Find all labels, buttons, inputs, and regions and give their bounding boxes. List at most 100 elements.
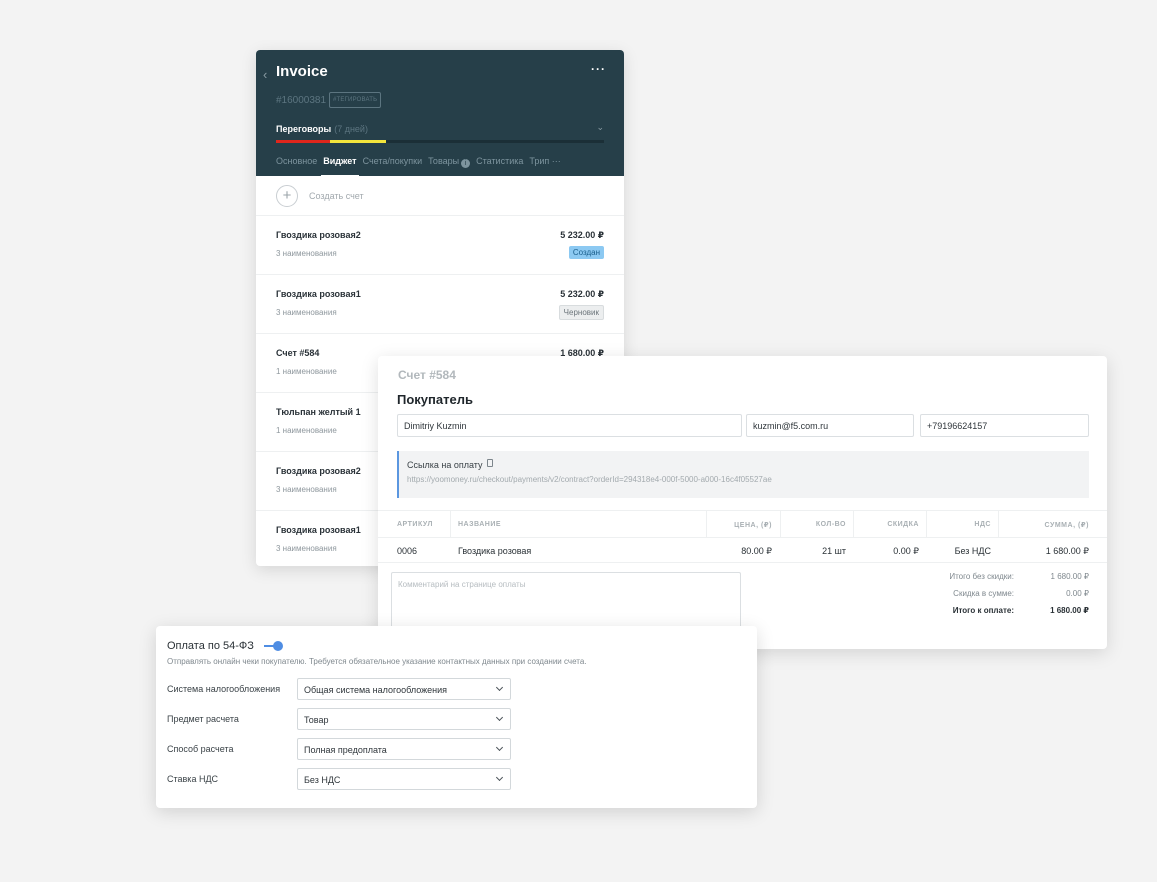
column-discount: СКИДКА [887,521,919,528]
stage-days: (7 дней) [334,124,368,134]
cell-name: Гвоздика розовая [458,546,532,556]
total-value: 1 680.00 ₽ [1050,572,1089,581]
item-count: 3 наименования [276,485,337,494]
tab-trip[interactable]: Трип ··· [529,156,560,177]
tax-system-row: Система налогообложения Общая система на… [167,678,512,700]
status-badge: Черновик [558,305,604,320]
page-title: Invoice [276,63,328,80]
payment-link-label: Ссылка на оплату [407,460,483,470]
buyer-phone-field[interactable]: +79196624157 [920,414,1089,437]
progress-yellow [330,140,386,143]
chevron-down-icon [495,773,504,782]
back-chevron-icon[interactable]: ‹ [263,67,267,82]
tab-products-label: Товары [428,156,460,166]
total-no-discount: Итого без скидки: 1 680.00 ₽ [919,572,1089,589]
tax-system-select[interactable]: Общая система налогообложения [297,678,511,700]
vat-rate-row: Ставка НДС Без НДС [167,768,512,790]
stage-name: Переговоры [276,124,332,134]
total-value: 1 680.00 ₽ [1050,606,1089,615]
create-invoice-label: Создать счет [309,191,364,201]
list-item[interactable]: Гвоздика розовая1 3 наименования 5 232.0… [256,275,624,334]
chevron-down-icon [495,713,504,722]
status-badge: Создан [568,246,604,259]
vat-rate-select[interactable]: Без НДС [297,768,511,790]
total-to-pay: Итого к оплате: 1 680.00 ₽ [919,606,1089,623]
chevron-down-icon[interactable]: ⌄ [596,122,604,133]
tab-products[interactable]: Товары i [428,156,471,177]
progress-red [276,140,330,143]
field-label: Предмет расчета [167,714,239,724]
buyer-name-field[interactable]: Dimitriy Kuzmin [397,414,742,437]
column-divider [926,511,927,538]
total-label: Скидка в сумме: [953,589,1014,598]
chevron-down-icon [495,683,504,692]
tab-widget[interactable]: Виджет [321,156,359,177]
table-row[interactable]: 0006 Гвоздика розовая 80.00 ₽ 21 шт 0.00… [378,538,1107,563]
totals-block: Итого без скидки: 1 680.00 ₽ Скидка в су… [919,572,1089,623]
item-price: 5 232.00 ₽ [560,230,604,240]
cell-sku: 0006 [397,546,418,556]
tab-statistics[interactable]: Статистика [476,156,523,177]
tab-main[interactable]: Основное [276,156,317,177]
invoice-number: Счет #584 [398,368,456,382]
fiscal-settings-card: Оплата по 54-ФЗ Отправлять онлайн чеки п… [156,626,757,808]
buyer-email-field[interactable]: kuzmin@f5.com.ru [746,414,914,437]
invoice-detail-card: Счет #584 Покупатель Dimitriy Kuzmin kuz… [378,356,1107,649]
column-price: ЦЕНА, (₽) [734,522,772,529]
copy-icon[interactable] [487,459,493,467]
select-value: Без НДС [304,775,341,785]
select-value: Товар [304,715,329,725]
item-count: 3 наименования [276,308,337,317]
plus-icon: + [276,185,298,207]
create-invoice-button[interactable]: + Создать счет [256,176,624,216]
payment-subject-select[interactable]: Товар [297,708,511,730]
item-price: 5 232.00 ₽ [560,289,604,299]
info-icon: i [461,159,471,168]
more-menu-icon[interactable]: ··· [591,62,606,76]
list-item[interactable]: Гвоздика розовая2 3 наименования 5 232.0… [256,216,624,275]
cell-vat: Без НДС [954,546,991,556]
fiscal-title: Оплата по 54-ФЗ [167,640,254,652]
items-table-header: АРТИКУЛ НАЗВАНИЕ ЦЕНА, (₽) КОЛ-ВО СКИДКА… [378,510,1107,538]
item-name: Гвоздика розовая2 [276,466,361,476]
column-qty: КОЛ-ВО [815,521,846,528]
select-value: Полная предоплата [304,745,387,755]
stage-progress [276,140,604,143]
column-divider [853,511,854,538]
chevron-down-icon [495,743,504,752]
column-divider [706,511,707,538]
total-discount: Скидка в сумме: 0.00 ₽ [919,589,1089,606]
column-sum: СУММА, (₽) [1044,522,1089,529]
item-name: Тюльпан желтый 1 [276,407,361,417]
tab-bar: Основное Виджет Счета/покупки Товары i Ст… [276,156,567,177]
column-vat: НДС [974,521,991,528]
total-label: Итого без скидки: [949,572,1014,581]
column-divider [780,511,781,538]
field-label: Система налогообложения [167,684,281,694]
payment-link-block: Ссылка на оплату https://yoomoney.ru/che… [397,451,1089,498]
cell-sum: 1 680.00 ₽ [1045,546,1089,556]
invoice-id: #16000381 [276,95,327,106]
item-name: Гвоздика розовая1 [276,525,361,535]
payment-method-row: Способ расчета Полная предоплата [167,738,512,760]
payment-subject-row: Предмет расчета Товар [167,708,512,730]
item-name: Гвоздика розовая1 [276,289,361,299]
fiscal-toggle[interactable] [264,641,284,651]
item-count: 1 наименование [276,367,337,376]
stage-selector[interactable]: Переговоры (7 дней) [276,124,368,134]
column-divider [998,511,999,538]
cell-qty: 21 шт [822,546,846,556]
cell-price: 80.00 ₽ [741,546,772,556]
payment-link-url[interactable]: https://yoomoney.ru/checkout/payments/v2… [407,475,772,484]
item-name: Счет #584 [276,348,320,358]
cell-discount: 0.00 ₽ [893,546,919,556]
column-sku: АРТИКУЛ [397,521,433,528]
item-count: 1 наименование [276,426,337,435]
tag-button[interactable]: #ТЕГИРОВАТЬ [329,92,382,108]
total-value: 0.00 ₽ [1066,589,1089,598]
tab-invoices[interactable]: Счета/покупки [363,156,423,177]
buyer-heading: Покупатель [397,392,473,407]
item-count: 3 наименования [276,544,337,553]
invoice-header: ‹ Invoice ··· #16000381 #ТЕГИРОВАТЬ Пере… [256,50,624,177]
payment-method-select[interactable]: Полная предоплата [297,738,511,760]
